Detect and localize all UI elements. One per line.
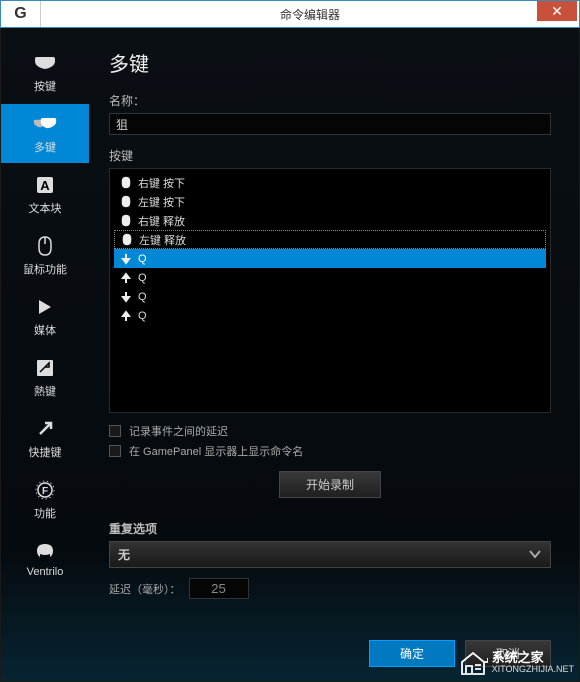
gamepanel-checkbox-row[interactable]: 在 GamePanel 显示器上显示命令名	[109, 443, 551, 459]
sidebar-item-label: 文本块	[29, 200, 62, 216]
ventrilo-icon	[33, 541, 57, 561]
key-event-row[interactable]: 右键 按下	[114, 173, 546, 192]
record-delay-checkbox-row[interactable]: 记录事件之间的延迟	[109, 423, 551, 439]
sidebar: 按键 多键 A 文本块 鼠标功能 媒体	[1, 28, 89, 681]
down-icon	[120, 291, 132, 303]
media-icon	[33, 297, 57, 317]
delay-label: 延迟（毫秒）：	[109, 581, 181, 597]
key-event-text: 右键 释放	[138, 213, 185, 229]
window-title: 命令编辑器	[41, 6, 579, 23]
keys-label: 按键	[109, 147, 551, 164]
main-container: 按键 多键 A 文本块 鼠标功能 媒体	[0, 28, 580, 682]
key-event-row[interactable]: Q	[114, 249, 546, 268]
key-event-text: Q	[138, 291, 147, 303]
footer-buttons: 确定 取消	[369, 640, 551, 667]
sidebar-item-multikey[interactable]: 多键	[1, 104, 89, 163]
sidebar-item-shortcut[interactable]: 快捷键	[1, 409, 89, 468]
delay-input[interactable]	[189, 578, 249, 599]
key-event-text: Q	[138, 310, 147, 322]
mouse-icon	[120, 176, 132, 189]
sidebar-item-textblock[interactable]: A 文本块	[1, 165, 89, 224]
key-events-list[interactable]: 右键 按下左键 按下右键 释放左键 释放QQQQ	[109, 168, 551, 413]
key-event-text: 右键 按下	[138, 175, 185, 191]
textblock-icon: A	[33, 175, 57, 195]
chevron-down-icon	[528, 548, 542, 562]
sidebar-item-label: 快捷键	[29, 444, 62, 460]
svg-text:A: A	[40, 178, 50, 193]
key-event-text: Q	[138, 253, 147, 265]
sidebar-item-hotkey[interactable]: 熱键	[1, 348, 89, 407]
svg-text:F: F	[42, 486, 48, 497]
panel-heading: 多键	[109, 48, 551, 77]
repeat-value: 无	[118, 546, 130, 563]
ok-button[interactable]: 确定	[369, 640, 455, 667]
key-event-text: 左键 释放	[139, 232, 186, 248]
key-event-text: Q	[138, 272, 147, 284]
close-icon: ✕	[551, 3, 563, 20]
repeat-dropdown[interactable]: 无	[109, 541, 551, 568]
function-icon: F	[33, 480, 57, 500]
repeat-label: 重复选项	[109, 520, 551, 537]
sidebar-item-label: Ventrilo	[27, 566, 64, 578]
up-icon	[120, 310, 132, 322]
app-logo: G	[1, 1, 41, 27]
name-input[interactable]	[109, 113, 551, 135]
key-event-row[interactable]: 左键 按下	[114, 192, 546, 211]
shortcut-icon	[33, 419, 57, 439]
sidebar-item-label: 媒体	[34, 322, 56, 338]
sidebar-item-label: 按键	[34, 78, 56, 94]
close-button[interactable]: ✕	[537, 1, 577, 21]
mouse-icon	[120, 214, 132, 227]
sidebar-item-keystroke[interactable]: 按键	[1, 43, 89, 102]
checkbox-label: 在 GamePanel 显示器上显示命令名	[129, 443, 303, 459]
sidebar-item-label: 多键	[34, 139, 56, 155]
hotkey-icon	[33, 358, 57, 378]
key-event-text: 左键 按下	[138, 194, 185, 210]
keystroke-icon	[33, 53, 57, 73]
mouse-icon	[121, 233, 133, 246]
checkbox-label: 记录事件之间的延迟	[129, 423, 228, 439]
key-event-row[interactable]: Q	[114, 287, 546, 306]
checkbox-icon	[109, 425, 121, 437]
sidebar-item-label: 熱键	[34, 383, 56, 399]
mouse-icon	[33, 236, 57, 256]
content-panel: 多键 名称： 按键 右键 按下左键 按下右键 释放左键 释放QQQQ 记录事件之…	[89, 28, 579, 681]
key-event-row[interactable]: 右键 释放	[114, 211, 546, 230]
up-icon	[120, 272, 132, 284]
key-event-row[interactable]: 左键 释放	[114, 230, 546, 249]
key-event-row[interactable]: Q	[114, 306, 546, 325]
name-label: 名称：	[109, 92, 551, 109]
key-event-row[interactable]: Q	[114, 268, 546, 287]
sidebar-item-mouse[interactable]: 鼠标功能	[1, 226, 89, 285]
sidebar-item-media[interactable]: 媒体	[1, 287, 89, 346]
titlebar: G 命令编辑器 ✕	[0, 0, 580, 28]
start-record-button[interactable]: 开始录制	[279, 471, 381, 498]
sidebar-item-function[interactable]: F 功能	[1, 470, 89, 529]
mouse-icon	[120, 195, 132, 208]
multikey-icon	[33, 114, 57, 134]
sidebar-item-label: 鼠标功能	[23, 261, 67, 277]
sidebar-item-ventrilo[interactable]: Ventrilo	[1, 531, 89, 586]
cancel-button[interactable]: 取消	[465, 640, 551, 667]
sidebar-item-label: 功能	[34, 505, 56, 521]
down-icon	[120, 253, 132, 265]
checkbox-icon	[109, 445, 121, 457]
